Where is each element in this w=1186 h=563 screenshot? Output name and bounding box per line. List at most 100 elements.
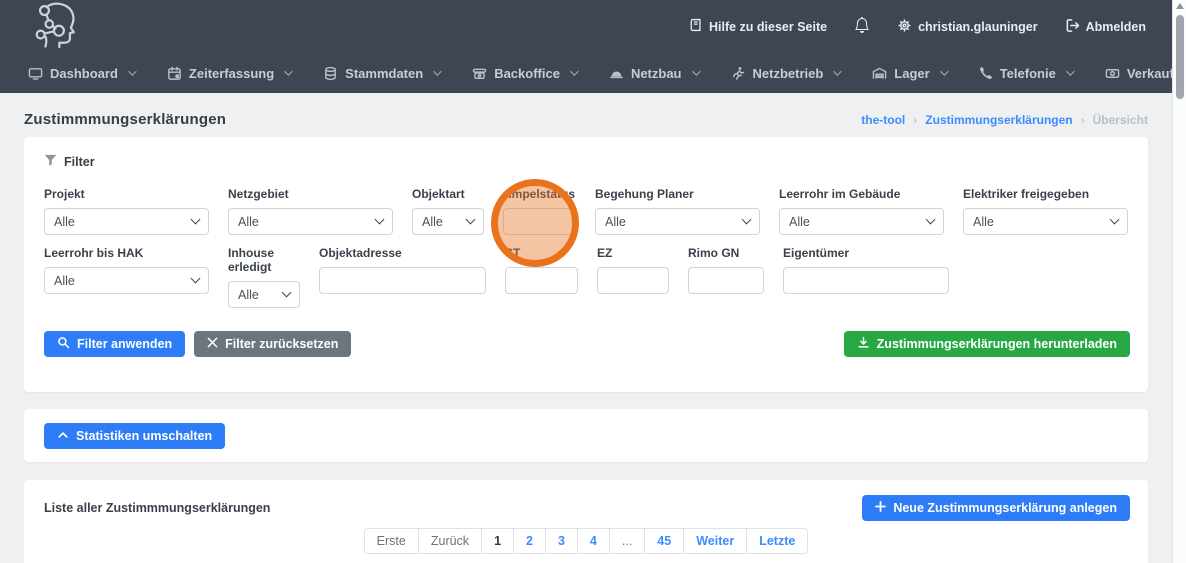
menu-item-dashboard[interactable]: Dashboard xyxy=(28,66,134,81)
monitor-icon xyxy=(28,66,43,81)
banknote-icon xyxy=(1105,66,1120,81)
pagination-ellipsis: ... xyxy=(609,528,645,554)
plus-icon xyxy=(875,501,886,515)
help-link[interactable]: Hilfe zu dieser Seite xyxy=(689,18,827,35)
logout-label: Abmelden xyxy=(1086,20,1146,34)
menu-item-telefonie[interactable]: Telefonie xyxy=(979,66,1072,81)
field-label: Inhouse erledigt xyxy=(228,246,300,274)
pagination-page-45[interactable]: 45 xyxy=(644,528,684,554)
menu-label: Netzbetrieb xyxy=(753,66,824,81)
pagination-page-4[interactable]: 4 xyxy=(577,528,610,554)
projekt-select[interactable]: Alle xyxy=(44,208,209,235)
field-label: Begehung Planer xyxy=(595,187,760,201)
running-person-icon xyxy=(731,66,746,81)
eigentuemer-input[interactable] xyxy=(783,267,949,294)
objektart-select-wrap: Alle xyxy=(412,208,484,235)
download-declarations-label: Zustimmungserklärungen herunterladen xyxy=(877,337,1117,351)
menu-item-zeiterfassung[interactable]: Zeiterfassung xyxy=(167,66,290,81)
pagination-page-2[interactable]: 2 xyxy=(513,528,546,554)
pagination-last[interactable]: Letzte xyxy=(746,528,808,554)
apply-filter-button[interactable]: Filter anwenden xyxy=(44,331,185,357)
rimo-gn-input[interactable] xyxy=(688,267,764,294)
vertical-scrollbar[interactable] xyxy=(1172,0,1186,563)
logout-button[interactable]: Abmelden xyxy=(1065,18,1146,36)
menu-label: Verkauf xyxy=(1127,66,1174,81)
new-declaration-label: Neue Zustimmungserklärung anlegen xyxy=(893,501,1117,515)
netzgebiet-select-wrap: Alle xyxy=(228,208,393,235)
head-network-logo-icon xyxy=(26,0,86,53)
menu-label: Lager xyxy=(894,66,929,81)
hard-hat-icon xyxy=(609,66,624,81)
scrollbar-up-arrow-icon[interactable] xyxy=(1176,3,1184,9)
toggle-statistics-button[interactable]: Statistiken umschalten xyxy=(44,423,225,449)
filter-field-leerrohr-gebaeude: Leerrohr im Gebäude Alle xyxy=(779,187,944,235)
menu-item-netzbau[interactable]: Netzbau xyxy=(609,66,698,81)
help-label: Hilfe zu dieser Seite xyxy=(709,20,827,34)
chevron-down-icon xyxy=(833,67,841,75)
filter-field-ez: EZ xyxy=(597,246,669,294)
leerrohr-gebaeude-select[interactable]: Alle xyxy=(779,208,944,235)
new-declaration-button[interactable]: Neue Zustimmungserklärung anlegen xyxy=(862,495,1130,521)
calendar-clock-icon xyxy=(167,66,182,81)
elektriker-select[interactable]: Alle xyxy=(963,208,1128,235)
topbar: Hilfe zu dieser Seite christian. xyxy=(0,0,1186,53)
funnel-icon xyxy=(44,154,57,170)
netzgebiet-select[interactable]: Alle xyxy=(228,208,393,235)
retro-phone-icon xyxy=(472,66,487,81)
field-label: Projekt xyxy=(44,187,209,201)
app-logo[interactable] xyxy=(26,0,86,53)
pagination-page-3[interactable]: 3 xyxy=(545,528,578,554)
page-title: Zustimmmungserklärungen xyxy=(24,111,226,128)
chevron-down-icon xyxy=(433,67,441,75)
inhouse-erledigt-select[interactable]: Alle xyxy=(228,281,300,308)
pagination-first[interactable]: Erste xyxy=(364,528,419,554)
notifications-button[interactable] xyxy=(854,17,870,36)
breadcrumb-root-link[interactable]: the-tool xyxy=(861,113,905,127)
chevron-down-icon xyxy=(692,67,700,75)
menu-label: Backoffice xyxy=(494,66,560,81)
pagination: Erste Zurück 1 2 3 4 ... 45 Weiter Letzt… xyxy=(24,528,1148,554)
download-declarations-button[interactable]: Zustimmungserklärungen herunterladen xyxy=(844,331,1130,357)
menu-item-stammdaten[interactable]: Stammdaten xyxy=(323,66,439,81)
field-label: Eigentümer xyxy=(783,246,949,260)
search-icon xyxy=(57,336,70,352)
pagination-page-1[interactable]: 1 xyxy=(481,528,514,554)
navbar: Hilfe zu dieser Seite christian. xyxy=(0,0,1186,93)
filter-field-rimo-gn: Rimo GN xyxy=(688,246,764,294)
filter-panel: Filter Projekt Alle Netzgebiet Alle Obje… xyxy=(24,137,1148,392)
menu-item-backoffice[interactable]: Backoffice xyxy=(472,66,576,81)
scrollbar-thumb[interactable] xyxy=(1176,15,1184,99)
book-icon xyxy=(689,18,703,35)
pagination-next[interactable]: Weiter xyxy=(683,528,747,554)
field-label: ST xyxy=(505,246,578,260)
filter-field-objektadresse: Objektadresse xyxy=(319,246,486,294)
menu-label: Telefonie xyxy=(1000,66,1056,81)
leerrohr-gebaeude-select-wrap: Alle xyxy=(779,208,944,235)
field-label: Objektart xyxy=(412,187,484,201)
objektadresse-input[interactable] xyxy=(319,267,486,294)
field-label: Objektadresse xyxy=(319,246,486,260)
breadcrumb-section-link[interactable]: Zustimmungserklärungen xyxy=(925,113,1072,127)
menu-item-lager[interactable]: Lager xyxy=(872,66,945,81)
filter-field-netzgebiet: Netzgebiet Alle xyxy=(228,187,393,235)
user-settings-link[interactable]: christian.glauninger xyxy=(897,18,1037,36)
objektart-select[interactable]: Alle xyxy=(412,208,484,235)
begehung-planer-select[interactable]: Alle xyxy=(595,208,760,235)
chevron-down-icon xyxy=(570,67,578,75)
st-input[interactable] xyxy=(505,267,578,294)
filter-field-inhouse-erledigt: Inhouse erledigt Alle xyxy=(228,246,300,308)
menu-item-netzbetrieb[interactable]: Netzbetrieb xyxy=(731,66,840,81)
ampelstatus-field[interactable] xyxy=(503,208,576,235)
pagination-prev[interactable]: Zurück xyxy=(418,528,482,554)
phone-handset-icon xyxy=(979,66,993,80)
field-label: Rimo GN xyxy=(688,246,764,260)
reset-filter-button[interactable]: Filter zurücksetzen xyxy=(194,331,351,357)
list-title: Liste aller Zustimmmungserklärungen xyxy=(44,501,270,515)
filter-field-projekt: Projekt Alle xyxy=(44,187,209,235)
filter-field-st: ST xyxy=(505,246,578,294)
leerrohr-hak-select[interactable]: Alle xyxy=(44,267,209,294)
chevron-down-icon xyxy=(1066,67,1074,75)
begehung-planer-select-wrap: Alle xyxy=(595,208,760,235)
chevron-down-icon xyxy=(940,67,948,75)
ez-input[interactable] xyxy=(597,267,669,294)
